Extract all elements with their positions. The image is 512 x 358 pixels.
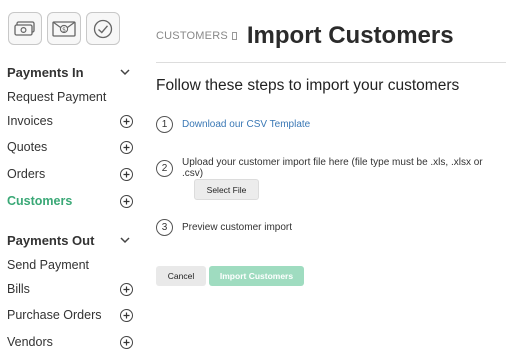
page-title: Import Customers xyxy=(246,22,454,49)
add-purchase-order-icon[interactable] xyxy=(120,308,133,322)
sidebar-item-label: Send Payment xyxy=(7,258,89,272)
payments-out-header[interactable]: Payments Out xyxy=(7,231,133,249)
add-quote-icon[interactable] xyxy=(120,140,133,154)
payments-out-title: Payments Out xyxy=(7,232,95,248)
payments-in-title: Payments In xyxy=(7,64,84,80)
sidebar-item-label: Purchase Orders xyxy=(7,308,102,322)
breadcrumb-separator-icon xyxy=(231,32,237,40)
sidebar-item-customers[interactable]: Customers xyxy=(7,192,133,210)
add-invoice-icon[interactable] xyxy=(120,114,133,128)
divider xyxy=(156,62,506,63)
sidebar-item-bills[interactable]: Bills xyxy=(7,280,133,298)
step-2: 2 Upload your customer import file here … xyxy=(156,157,506,179)
step-text: Upload your customer import file here (f… xyxy=(181,157,483,179)
add-customer-icon[interactable] xyxy=(120,194,133,208)
sidebar-item-label: Customers xyxy=(7,194,73,208)
sidebar-item-label: Orders xyxy=(7,167,46,181)
sidebar-item-label: Quotes xyxy=(7,140,48,154)
add-order-icon[interactable] xyxy=(120,167,133,181)
instructions-heading: Follow these steps to import your custom… xyxy=(156,77,460,94)
chevron-down-icon[interactable] xyxy=(119,66,131,78)
sidebar-item-orders[interactable]: Orders xyxy=(7,165,133,183)
step-number: 1 xyxy=(156,116,173,133)
step-number: 3 xyxy=(156,219,173,236)
sidebar-item-label: Bills xyxy=(7,282,30,296)
cancel-button[interactable]: Cancel xyxy=(156,266,206,286)
sidebar: $ Payments In Request Payment Invoices Q… xyxy=(0,0,140,358)
add-bill-icon[interactable] xyxy=(120,282,133,296)
sidebar-item-label: Vendors xyxy=(7,335,53,349)
sidebar-item-purchase-orders[interactable]: Purchase Orders xyxy=(7,306,133,324)
top-icon-bar: $ xyxy=(8,12,120,45)
import-customers-button[interactable]: Import Customers xyxy=(209,266,304,286)
chevron-down-icon[interactable] xyxy=(119,234,131,246)
step-number: 2 xyxy=(156,159,173,177)
sidebar-item-send-payment[interactable]: Send Payment xyxy=(7,256,133,274)
main-content: CUSTOMERS Import Customers Follow these … xyxy=(156,0,506,358)
checkmark-circle-icon[interactable] xyxy=(86,12,120,45)
download-csv-template-link[interactable]: Download our CSV Template xyxy=(182,119,310,130)
envelope-dollar-icon[interactable]: $ xyxy=(47,12,81,45)
step-3: 3 Preview customer import xyxy=(156,219,292,236)
sidebar-item-invoices[interactable]: Invoices xyxy=(7,112,133,130)
add-vendor-icon[interactable] xyxy=(120,335,133,349)
sidebar-item-label: Request Payment xyxy=(7,90,107,104)
payments-in-header[interactable]: Payments In xyxy=(7,63,133,81)
step-text: Preview customer import xyxy=(182,222,293,233)
sidebar-item-quotes[interactable]: Quotes xyxy=(7,138,133,156)
sidebar-item-request-payment[interactable]: Request Payment xyxy=(7,88,133,106)
breadcrumb[interactable]: CUSTOMERS xyxy=(156,30,228,42)
page-header: CUSTOMERS Import Customers xyxy=(156,18,454,54)
svg-text:$: $ xyxy=(62,26,66,33)
select-file-button[interactable]: Select File xyxy=(194,179,259,200)
cash-icon[interactable] xyxy=(8,12,42,45)
sidebar-item-vendors[interactable]: Vendors xyxy=(7,333,133,351)
sidebar-item-label: Invoices xyxy=(7,114,53,128)
step-1: 1 Download our CSV Template xyxy=(156,116,310,133)
